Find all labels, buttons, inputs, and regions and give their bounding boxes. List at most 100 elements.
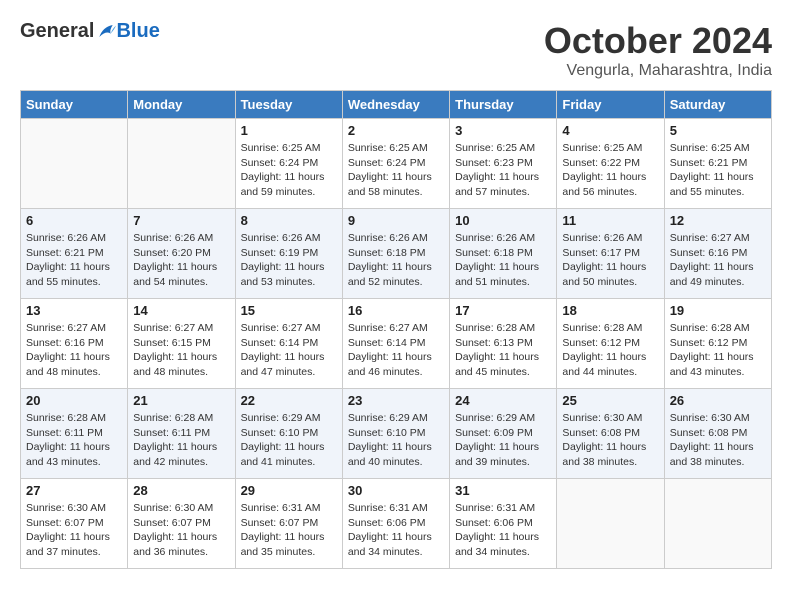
day-info: Sunrise: 6:30 AMSunset: 6:07 PMDaylight:… [133, 501, 229, 560]
logo-general-text: General [20, 20, 94, 43]
day-number: 11 [562, 213, 658, 228]
day-number: 26 [670, 393, 766, 408]
day-info: Sunrise: 6:26 AMSunset: 6:19 PMDaylight:… [241, 231, 337, 290]
calendar-day-cell: 29 Sunrise: 6:31 AMSunset: 6:07 PMDayligh… [235, 479, 342, 569]
calendar-day-cell: 14 Sunrise: 6:27 AMSunset: 6:15 PMDayligh… [128, 299, 235, 389]
day-number: 15 [241, 303, 337, 318]
calendar-day-cell: 27 Sunrise: 6:30 AMSunset: 6:07 PMDayligh… [21, 479, 128, 569]
day-number: 3 [455, 123, 551, 138]
calendar-day-cell: 22 Sunrise: 6:29 AMSunset: 6:10 PMDayligh… [235, 389, 342, 479]
day-info: Sunrise: 6:25 AMSunset: 6:24 PMDaylight:… [241, 141, 337, 200]
logo-bird-icon [96, 23, 116, 41]
day-number: 17 [455, 303, 551, 318]
day-number: 20 [26, 393, 122, 408]
day-number: 22 [241, 393, 337, 408]
calendar-day-cell: 6 Sunrise: 6:26 AMSunset: 6:21 PMDaylight… [21, 209, 128, 299]
calendar-header-row: SundayMondayTuesdayWednesdayThursdayFrid… [21, 91, 772, 119]
calendar-day-cell: 1 Sunrise: 6:25 AMSunset: 6:24 PMDaylight… [235, 119, 342, 209]
day-header-tuesday: Tuesday [235, 91, 342, 119]
day-info: Sunrise: 6:31 AMSunset: 6:07 PMDaylight:… [241, 501, 337, 560]
page-header: General Blue October 2024 Vengurla, Maha… [20, 20, 772, 80]
calendar-day-cell: 18Sunrise: 6:28 AMSunset: 6:12 PMDayligh… [557, 299, 664, 389]
calendar-day-cell: 8Sunrise: 6:26 AMSunset: 6:19 PMDaylight… [235, 209, 342, 299]
day-number: 16 [348, 303, 444, 318]
logo-blue-text: Blue [116, 20, 159, 43]
day-info: Sunrise: 6:27 AMSunset: 6:16 PMDaylight:… [26, 321, 122, 380]
day-header-thursday: Thursday [450, 91, 557, 119]
calendar-day-cell: 21 Sunrise: 6:28 AMSunset: 6:11 PMDayligh… [128, 389, 235, 479]
day-number: 12 [670, 213, 766, 228]
calendar-day-cell: 11Sunrise: 6:26 AMSunset: 6:17 PMDayligh… [557, 209, 664, 299]
day-number: 31 [455, 483, 551, 498]
day-info: Sunrise: 6:30 AMSunset: 6:08 PMDaylight:… [562, 411, 658, 470]
calendar-day-cell: 9 Sunrise: 6:26 AMSunset: 6:18 PMDaylight… [342, 209, 449, 299]
day-info: Sunrise: 6:29 AMSunset: 6:09 PMDaylight:… [455, 411, 551, 470]
day-number: 5 [670, 123, 766, 138]
calendar-table: SundayMondayTuesdayWednesdayThursdayFrid… [20, 90, 772, 569]
day-info: Sunrise: 6:28 AMSunset: 6:11 PMDaylight:… [133, 411, 229, 470]
calendar-day-cell: 25 Sunrise: 6:30 AMSunset: 6:08 PMDayligh… [557, 389, 664, 479]
calendar-day-cell [21, 119, 128, 209]
day-number: 4 [562, 123, 658, 138]
day-info: Sunrise: 6:26 AMSunset: 6:21 PMDaylight:… [26, 231, 122, 290]
day-info: Sunrise: 6:27 AMSunset: 6:14 PMDaylight:… [241, 321, 337, 380]
day-number: 6 [26, 213, 122, 228]
day-info: Sunrise: 6:26 AMSunset: 6:18 PMDaylight:… [348, 231, 444, 290]
calendar-day-cell [557, 479, 664, 569]
calendar-day-cell: 7Sunrise: 6:26 AMSunset: 6:20 PMDaylight… [128, 209, 235, 299]
day-number: 27 [26, 483, 122, 498]
day-header-saturday: Saturday [664, 91, 771, 119]
calendar-day-cell: 13 Sunrise: 6:27 AMSunset: 6:16 PMDayligh… [21, 299, 128, 389]
day-number: 19 [670, 303, 766, 318]
day-number: 29 [241, 483, 337, 498]
calendar-day-cell: 17Sunrise: 6:28 AMSunset: 6:13 PMDayligh… [450, 299, 557, 389]
calendar-day-cell: 28 Sunrise: 6:30 AMSunset: 6:07 PMDayligh… [128, 479, 235, 569]
calendar-day-cell: 23 Sunrise: 6:29 AMSunset: 6:10 PMDayligh… [342, 389, 449, 479]
day-number: 28 [133, 483, 229, 498]
day-number: 21 [133, 393, 229, 408]
day-header-wednesday: Wednesday [342, 91, 449, 119]
calendar-day-cell: 4 Sunrise: 6:25 AMSunset: 6:22 PMDaylight… [557, 119, 664, 209]
logo: General Blue [20, 20, 160, 43]
day-info: Sunrise: 6:28 AMSunset: 6:12 PMDaylight:… [562, 321, 658, 380]
calendar-day-cell: 15 Sunrise: 6:27 AMSunset: 6:14 PMDayligh… [235, 299, 342, 389]
day-number: 7 [133, 213, 229, 228]
day-info: Sunrise: 6:29 AMSunset: 6:10 PMDaylight:… [348, 411, 444, 470]
day-info: Sunrise: 6:25 AMSunset: 6:24 PMDaylight:… [348, 141, 444, 200]
calendar-day-cell: 10Sunrise: 6:26 AMSunset: 6:18 PMDayligh… [450, 209, 557, 299]
day-info: Sunrise: 6:28 AMSunset: 6:11 PMDaylight:… [26, 411, 122, 470]
calendar-week-row: 1 Sunrise: 6:25 AMSunset: 6:24 PMDaylight… [21, 119, 772, 209]
day-info: Sunrise: 6:27 AMSunset: 6:16 PMDaylight:… [670, 231, 766, 290]
day-info: Sunrise: 6:30 AMSunset: 6:07 PMDaylight:… [26, 501, 122, 560]
calendar-day-cell: 12 Sunrise: 6:27 AMSunset: 6:16 PMDayligh… [664, 209, 771, 299]
day-header-friday: Friday [557, 91, 664, 119]
calendar-day-cell: 24 Sunrise: 6:29 AMSunset: 6:09 PMDayligh… [450, 389, 557, 479]
day-info: Sunrise: 6:30 AMSunset: 6:08 PMDaylight:… [670, 411, 766, 470]
day-number: 2 [348, 123, 444, 138]
day-info: Sunrise: 6:29 AMSunset: 6:10 PMDaylight:… [241, 411, 337, 470]
day-info: Sunrise: 6:31 AMSunset: 6:06 PMDaylight:… [348, 501, 444, 560]
day-number: 30 [348, 483, 444, 498]
day-info: Sunrise: 6:28 AMSunset: 6:12 PMDaylight:… [670, 321, 766, 380]
calendar-day-cell [664, 479, 771, 569]
day-info: Sunrise: 6:31 AMSunset: 6:06 PMDaylight:… [455, 501, 551, 560]
calendar-day-cell: 16Sunrise: 6:27 AMSunset: 6:14 PMDayligh… [342, 299, 449, 389]
calendar-day-cell: 3 Sunrise: 6:25 AMSunset: 6:23 PMDaylight… [450, 119, 557, 209]
day-number: 13 [26, 303, 122, 318]
day-number: 25 [562, 393, 658, 408]
day-number: 23 [348, 393, 444, 408]
day-info: Sunrise: 6:25 AMSunset: 6:23 PMDaylight:… [455, 141, 551, 200]
day-number: 24 [455, 393, 551, 408]
calendar-day-cell [128, 119, 235, 209]
title-section: October 2024 Vengurla, Maharashtra, Indi… [544, 20, 772, 80]
day-number: 10 [455, 213, 551, 228]
day-number: 1 [241, 123, 337, 138]
day-number: 9 [348, 213, 444, 228]
calendar-day-cell: 30 Sunrise: 6:31 AMSunset: 6:06 PMDayligh… [342, 479, 449, 569]
calendar-day-cell: 26 Sunrise: 6:30 AMSunset: 6:08 PMDayligh… [664, 389, 771, 479]
day-number: 14 [133, 303, 229, 318]
day-info: Sunrise: 6:25 AMSunset: 6:22 PMDaylight:… [562, 141, 658, 200]
day-info: Sunrise: 6:27 AMSunset: 6:15 PMDaylight:… [133, 321, 229, 380]
day-header-sunday: Sunday [21, 91, 128, 119]
calendar-day-cell: 31 Sunrise: 6:31 AMSunset: 6:06 PMDayligh… [450, 479, 557, 569]
